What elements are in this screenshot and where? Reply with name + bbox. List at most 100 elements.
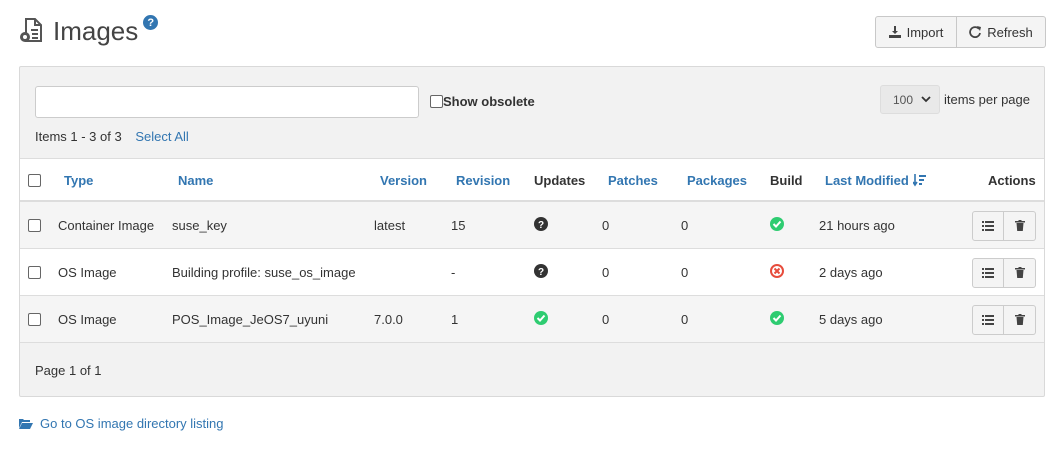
items-count-text: Items 1 - 3 of 3 (35, 129, 122, 144)
trash-icon (1014, 314, 1025, 325)
build-failed-icon (770, 264, 784, 281)
cell-last-modified: 2 days ago (819, 265, 883, 280)
row-select-cell (28, 202, 41, 249)
folder-open-icon (19, 419, 33, 429)
delete-button[interactable] (1004, 257, 1036, 288)
row-checkbox[interactable] (28, 313, 41, 326)
list-icon (982, 267, 994, 278)
column-type[interactable]: Type (64, 159, 93, 202)
trash-icon (1014, 220, 1025, 231)
build-success-icon (770, 217, 784, 234)
chevron-down-icon (921, 96, 931, 103)
cell-name: suse_key (172, 218, 227, 233)
status-unknown-icon: ? (534, 217, 548, 234)
cell-packages: 0 (681, 265, 689, 280)
select-all-checkbox[interactable] (28, 174, 41, 187)
column-revision[interactable]: Revision (456, 159, 510, 202)
cell-last-modified: 5 days ago (819, 312, 883, 327)
per-page-control: 100 items per page (880, 85, 1030, 114)
cell-version: 7.0.0 (374, 312, 403, 327)
items-count: Items 1 - 3 of 3 Select All (35, 129, 189, 144)
table-body: Container Image suse_key latest 15? 0 0 21 hou… (20, 202, 1044, 343)
cell-build (770, 296, 784, 343)
cell-updates: ? (534, 249, 548, 296)
table-row: OS Image Building profile: suse_os_image -… (20, 249, 1044, 296)
table-row: OS Image POS_Image_JeOS7_uyuni 7.0.0 1 0 0 5 d… (20, 296, 1044, 343)
cell-actions (972, 296, 1036, 343)
cell-patches: 0 (602, 265, 610, 280)
os-image-directory-link[interactable]: Go to OS image directory listing (19, 416, 224, 431)
table-row: Container Image suse_key latest 15? 0 0 21 hou… (20, 202, 1044, 249)
column-last-modified[interactable]: Last Modified (825, 159, 926, 202)
cell-revision: 1 (451, 312, 459, 327)
svg-text:?: ? (538, 267, 544, 278)
column-actions: Actions (988, 173, 1036, 188)
cell-name: POS_Image_JeOS7_uyuni (172, 312, 329, 327)
select-all-link[interactable]: Select All (135, 129, 188, 144)
os-image-directory-label: Go to OS image directory listing (40, 416, 224, 431)
column-updates: Updates (534, 173, 586, 188)
image-file-gear-icon (20, 18, 42, 42)
images-panel: Show obsolete 100 items per page Items 1… (19, 66, 1045, 397)
refresh-icon (969, 26, 982, 38)
table-header: Type Name Version Revision Updates Patch… (20, 159, 1044, 202)
download-icon (888, 26, 901, 38)
show-obsolete-label: Show obsolete (443, 94, 535, 109)
cell-last-modified: 21 hours ago (819, 218, 895, 233)
list-icon (982, 314, 994, 325)
details-button[interactable] (972, 257, 1004, 288)
delete-button[interactable] (1004, 210, 1036, 241)
status-ok-icon (534, 311, 548, 328)
page-title: Images (53, 16, 139, 46)
cell-actions (972, 249, 1036, 296)
delete-button[interactable] (1004, 304, 1036, 335)
column-version[interactable]: Version (380, 159, 427, 202)
header-button-group: Import Refresh (875, 16, 1046, 48)
per-page-label: items per page (944, 92, 1030, 107)
cell-type: OS Image (58, 265, 117, 280)
show-obsolete-toggle[interactable]: Show obsolete (430, 94, 535, 109)
row-select-cell (28, 296, 41, 343)
row-checkbox[interactable] (28, 266, 41, 279)
trash-icon (1014, 267, 1025, 278)
cell-packages: 0 (681, 312, 689, 327)
import-button[interactable]: Import (875, 16, 957, 48)
cell-actions (972, 202, 1036, 249)
import-label: Import (906, 24, 944, 40)
search-input[interactable] (35, 86, 419, 118)
row-checkbox[interactable] (28, 219, 41, 232)
cell-packages: 0 (681, 218, 689, 233)
row-select-cell (28, 249, 41, 296)
per-page-value: 100 (892, 92, 913, 107)
refresh-label: Refresh (987, 24, 1033, 40)
cell-build (770, 202, 784, 249)
column-name[interactable]: Name (178, 159, 213, 202)
cell-type: OS Image (58, 312, 117, 327)
images-table: Type Name Version Revision Updates Patch… (20, 158, 1044, 343)
details-button[interactable] (972, 210, 1004, 241)
cell-revision: 15 (451, 218, 466, 233)
cell-type: Container Image (58, 218, 155, 233)
column-last-modified-label: Last Modified (825, 173, 909, 188)
cell-updates (534, 296, 548, 343)
select-all-cell (28, 159, 41, 202)
sort-desc-icon (912, 174, 926, 187)
cell-patches: 0 (602, 312, 610, 327)
cell-name: Building profile: suse_os_image (172, 265, 356, 280)
column-patches[interactable]: Patches (608, 159, 658, 202)
column-build: Build (770, 173, 803, 188)
show-obsolete-checkbox[interactable] (430, 95, 443, 108)
refresh-button[interactable]: Refresh (957, 16, 1046, 48)
per-page-select[interactable]: 100 (880, 85, 940, 114)
cell-revision: - (451, 265, 456, 280)
list-icon (982, 220, 994, 231)
page-header: Images ? (18, 12, 159, 52)
cell-updates: ? (534, 202, 548, 249)
build-success-icon (770, 311, 784, 328)
help-icon[interactable]: ? (143, 15, 159, 30)
details-button[interactable] (972, 304, 1004, 335)
cell-version: latest (374, 218, 406, 233)
svg-text:?: ? (538, 220, 544, 231)
cell-patches: 0 (602, 218, 610, 233)
column-packages[interactable]: Packages (687, 159, 747, 202)
